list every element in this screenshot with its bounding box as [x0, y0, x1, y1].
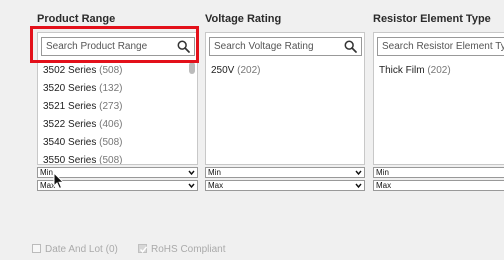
scrollbar[interactable]	[189, 62, 195, 164]
scrollbar-thumb[interactable]	[189, 62, 195, 74]
item-count: (508)	[99, 155, 123, 165]
item-label: Thick Film	[379, 65, 425, 76]
chevron-down-icon	[355, 170, 362, 176]
date-and-lot-checkbox[interactable]	[32, 244, 41, 253]
item-label: 3540 Series	[43, 137, 97, 148]
item-label: 3521 Series	[43, 101, 97, 112]
option-list: 250V (202)	[209, 62, 352, 80]
item-count: (273)	[99, 101, 123, 112]
search-box	[377, 37, 504, 56]
mouse-cursor-icon	[53, 172, 65, 190]
chevron-down-icon	[355, 183, 362, 189]
max-select[interactable]: Max	[373, 180, 504, 191]
min-select-value: Min	[40, 168, 53, 177]
search-box	[209, 37, 362, 56]
date-and-lot-option[interactable]: Date And Lot (0)	[32, 244, 118, 255]
highlight-box	[30, 26, 199, 63]
list-item[interactable]: 3522 Series (406)	[41, 116, 185, 134]
item-label: 3550 Series	[43, 155, 97, 165]
checkmark-icon	[139, 246, 148, 253]
item-count: (508)	[99, 137, 123, 148]
list-item[interactable]: 3502 Series (508)	[41, 62, 185, 80]
list-item[interactable]: 3550 Series (508)	[41, 152, 185, 165]
list-item[interactable]: 3521 Series (273)	[41, 98, 185, 116]
item-label: 3502 Series	[43, 65, 97, 76]
item-count: (202)	[427, 65, 451, 76]
filter-resistor-element-type: Resistor Element Type Thick Film (202) M…	[373, 0, 504, 200]
min-select-value: Min	[208, 168, 221, 177]
date-and-lot-label: Date And Lot	[45, 244, 103, 255]
list-item[interactable]: 3520 Series (132)	[41, 80, 185, 98]
filter-title: Product Range	[37, 13, 116, 25]
filter-title: Resistor Element Type	[373, 13, 491, 25]
max-select-value: Max	[376, 181, 392, 190]
list-item[interactable]: 3540 Series (508)	[41, 134, 185, 152]
search-icon[interactable]	[344, 40, 357, 53]
filter-panel: 250V (202)	[205, 32, 365, 165]
search-input[interactable]	[210, 38, 343, 55]
filter-panel: Thick Film (202)	[373, 32, 504, 165]
item-count: (132)	[99, 83, 123, 94]
chevron-down-icon	[188, 170, 195, 176]
item-label: 3520 Series	[43, 83, 97, 94]
item-count: (202)	[237, 65, 261, 76]
date-and-lot-count: (0)	[105, 244, 118, 255]
filter-title: Voltage Rating	[205, 13, 282, 25]
min-select[interactable]: Min	[205, 167, 365, 178]
max-select[interactable]: Max	[205, 180, 365, 191]
rohs-label: RoHS Compliant	[151, 244, 226, 255]
chevron-down-icon	[188, 183, 195, 189]
list-item[interactable]: Thick Film (202)	[377, 62, 492, 80]
item-count: (406)	[99, 119, 123, 130]
item-label: 250V	[211, 65, 235, 76]
search-input[interactable]	[378, 38, 504, 55]
rohs-checkbox[interactable]	[138, 244, 148, 253]
list-item[interactable]: 250V (202)	[209, 62, 352, 80]
rohs-option[interactable]: RoHS Compliant	[138, 244, 225, 255]
option-list: 3502 Series (508) 3520 Series (132) 3521…	[41, 62, 185, 165]
max-select-value: Max	[208, 181, 224, 190]
item-count: (508)	[99, 65, 123, 76]
min-select[interactable]: Min	[373, 167, 504, 178]
item-label: 3522 Series	[43, 119, 97, 130]
option-list: Thick Film (202)	[377, 62, 492, 80]
min-select-value: Min	[376, 168, 389, 177]
